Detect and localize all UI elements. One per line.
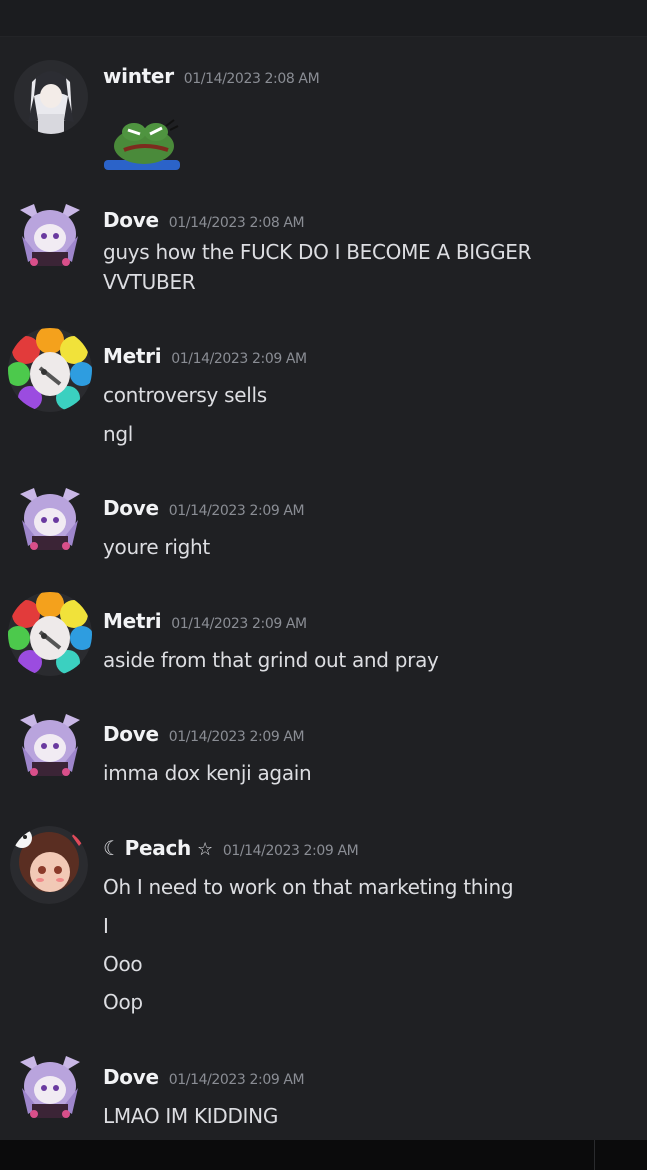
metri-avatar-icon: [8, 592, 92, 676]
message-text: controversy sells: [103, 383, 267, 407]
timestamp: 01/14/2023 2:09 AM: [171, 616, 307, 632]
message-header: winter 01/14/2023 2:08 AM: [103, 64, 320, 88]
message-header: Dove 01/14/2023 2:09 AM: [103, 722, 305, 746]
username[interactable]: Dove: [103, 208, 159, 232]
message-header: Metri 01/14/2023 2:09 AM: [103, 344, 307, 368]
message-header: Metri 01/14/2023 2:09 AM: [103, 609, 307, 633]
avatar[interactable]: [14, 60, 88, 134]
username-text: Peach: [124, 836, 192, 860]
message-header: Dove 01/14/2023 2:09 AM: [103, 1065, 305, 1089]
metri-avatar-icon: [8, 328, 92, 412]
message-text: ngl: [103, 422, 134, 446]
dove-avatar-icon: [20, 488, 80, 550]
avatar[interactable]: [14, 484, 86, 556]
message-text: Oop: [103, 990, 143, 1014]
message-text: youre right: [103, 535, 210, 559]
timestamp: 01/14/2023 2:08 AM: [168, 215, 305, 231]
dove-avatar-icon: [20, 204, 80, 266]
message-header: Dove 01/14/2023 2:09 AM: [103, 496, 305, 520]
avatar[interactable]: [14, 710, 86, 782]
timestamp: 01/14/2023 2:09 AM: [168, 1072, 305, 1088]
message-text: Ooo: [103, 952, 143, 976]
avatar[interactable]: [8, 328, 92, 412]
username[interactable]: ☾ Peach ☆: [103, 836, 213, 860]
username[interactable]: Dove: [103, 722, 159, 746]
winter-avatar-icon: [14, 60, 88, 134]
peach-avatar-icon: [10, 826, 88, 904]
message-text: aside from that grind out and pray: [103, 648, 439, 672]
avatar[interactable]: [10, 826, 88, 904]
message-text: imma dox kenji again: [103, 761, 312, 785]
dove-avatar-icon: [20, 1056, 80, 1118]
moon-icon: ☾: [103, 836, 121, 860]
timestamp: 01/14/2023 2:08 AM: [183, 71, 320, 87]
star-icon: ☆: [196, 839, 213, 860]
timestamp: 01/14/2023 2:09 AM: [168, 729, 305, 745]
timestamp: 01/14/2023 2:09 AM: [222, 843, 359, 859]
pepe-emoji-icon[interactable]: [104, 112, 182, 176]
username[interactable]: Dove: [103, 1065, 159, 1089]
message-header: ☾ Peach ☆ 01/14/2023 2:09 AM: [103, 836, 359, 860]
chat-window: winter 01/14/2023 2:08 AM Dove 01/14/202…: [0, 0, 647, 1170]
avatar[interactable]: [14, 200, 86, 272]
message-text: VVTUBER: [103, 270, 196, 294]
divider: [594, 1140, 595, 1170]
message-text: LMAO IM KIDDING: [103, 1104, 279, 1128]
username[interactable]: Metri: [103, 344, 162, 368]
message-header: Dove 01/14/2023 2:08 AM: [103, 208, 305, 232]
message-text: Oh I need to work on that marketing thin…: [103, 875, 514, 899]
message-list[interactable]: winter 01/14/2023 2:08 AM Dove 01/14/202…: [0, 0, 647, 1140]
timestamp: 01/14/2023 2:09 AM: [168, 503, 305, 519]
avatar[interactable]: [8, 592, 92, 676]
avatar[interactable]: [14, 1052, 86, 1124]
bottom-bar: [0, 1140, 647, 1170]
username[interactable]: winter: [103, 64, 174, 88]
username[interactable]: Metri: [103, 609, 162, 633]
dove-avatar-icon: [20, 714, 80, 776]
message-text: I: [103, 914, 109, 938]
message-text: guys how the FUCK DO I BECOME A BIGGER: [103, 240, 532, 264]
timestamp: 01/14/2023 2:09 AM: [171, 351, 307, 367]
username[interactable]: Dove: [103, 496, 159, 520]
